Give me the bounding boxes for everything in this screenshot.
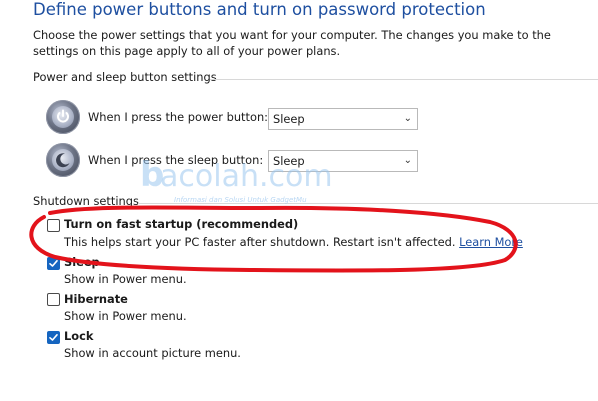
sleep-button-action-value: Sleep [273, 154, 305, 168]
power-button-action-value: Sleep [273, 112, 305, 126]
chevron-down-icon: ⌄ [403, 113, 412, 124]
power-button-label: When I press the power button: [88, 110, 269, 124]
hibernate-option-description: Show in Power menu. [64, 309, 187, 323]
lock-option-description: Show in account picture menu. [64, 346, 241, 360]
lock-checkbox[interactable] [47, 331, 60, 344]
fast-startup-label: Turn on fast startup (recommended) [64, 217, 299, 231]
shutdown-section-header: Shutdown settings [33, 194, 139, 208]
learn-more-link[interactable]: Learn More [459, 235, 523, 249]
chevron-down-icon: ⌄ [403, 155, 412, 166]
page-title: Define power buttons and turn on passwor… [33, 0, 486, 19]
power-button-action-select[interactable]: Sleep ⌄ [268, 108, 418, 130]
hibernate-option-label: Hibernate [64, 292, 128, 306]
fast-startup-description: This helps start your PC faster after sh… [64, 235, 523, 249]
fast-startup-description-text: This helps start your PC faster after sh… [64, 235, 456, 249]
section-divider [210, 79, 598, 80]
sleep-button-label: When I press the sleep button: [88, 153, 264, 167]
section-divider [138, 203, 598, 204]
lock-option-label: Lock [64, 329, 94, 343]
hibernate-checkbox[interactable] [47, 293, 60, 306]
fast-startup-checkbox[interactable] [47, 219, 60, 232]
sleep-checkbox[interactable] [47, 257, 60, 270]
sleep-option-label: Sleep [64, 255, 100, 269]
sleep-option-description: Show in Power menu. [64, 272, 187, 286]
checkmark-icon [49, 260, 58, 267]
sleep-button-action-select[interactable]: Sleep ⌄ [268, 150, 418, 172]
power-button-icon [46, 100, 80, 134]
checkmark-icon [49, 334, 58, 341]
page-description: Choose the power settings that you want … [33, 28, 551, 58]
power-sleep-section-header: Power and sleep button settings [33, 70, 217, 84]
sleep-button-icon [46, 143, 80, 177]
